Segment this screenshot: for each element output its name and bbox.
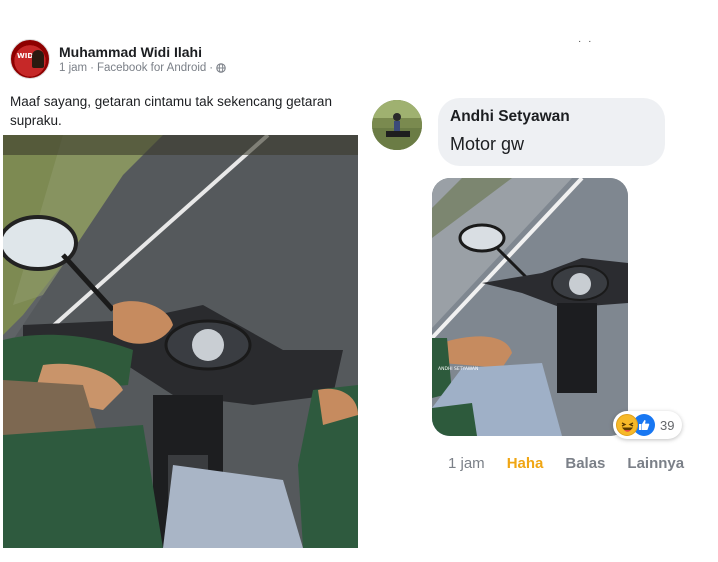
avatar-figure — [32, 50, 44, 68]
top-marks: · · — [578, 36, 594, 47]
post-header: WIDI Muhammad Widi Ilahi 1 jam · Faceboo… — [10, 39, 226, 79]
comment-bubble: Andhi Setyawan Motor gw — [438, 98, 665, 166]
post-author-name[interactable]: Muhammad Widi Ilahi — [59, 44, 226, 60]
haha-reaction-icon — [616, 414, 638, 436]
comment-time[interactable]: 1 jam — [448, 455, 485, 472]
meta-separator: · — [209, 62, 214, 74]
haha-reaction-button[interactable]: Haha — [507, 455, 544, 472]
post-time[interactable]: 1 jam — [59, 62, 87, 74]
comment-actions: 1 jam Haha Balas Lainnya — [448, 455, 706, 472]
comment-scooter-illustration: ANDHI SETYAWAN — [432, 178, 628, 436]
commenter-avatar[interactable] — [372, 100, 422, 150]
facebook-post: WIDI Muhammad Widi Ilahi 1 jam · Faceboo… — [0, 30, 362, 550]
more-button[interactable]: Lainnya — [627, 455, 684, 472]
globe-icon — [216, 63, 226, 73]
comment-text: Motor gw — [450, 134, 525, 154]
post-meta: Muhammad Widi Ilahi 1 jam · Facebook for… — [59, 44, 226, 74]
comment-photo[interactable]: ANDHI SETYAWAN — [432, 178, 628, 436]
scooter-photo-illustration — [3, 135, 358, 548]
post-caption: Maaf sayang, getaran cintamu tak sekenca… — [10, 94, 332, 128]
post-photo[interactable] — [3, 135, 358, 548]
photo-watermark: ANDHI SETYAWAN — [438, 366, 478, 372]
comment-author-name[interactable]: Andhi Setyawan — [450, 108, 570, 126]
author-avatar[interactable]: WIDI — [10, 39, 50, 79]
commenter-avatar-image — [372, 100, 422, 150]
meta-separator: · — [90, 62, 94, 74]
post-source: Facebook for Android — [96, 62, 207, 74]
reaction-summary[interactable]: 39 — [613, 411, 683, 439]
post-subtitle: 1 jam · Facebook for Android · — [59, 62, 226, 74]
reply-button[interactable]: Balas — [565, 455, 605, 472]
reaction-count: 39 — [660, 417, 675, 433]
